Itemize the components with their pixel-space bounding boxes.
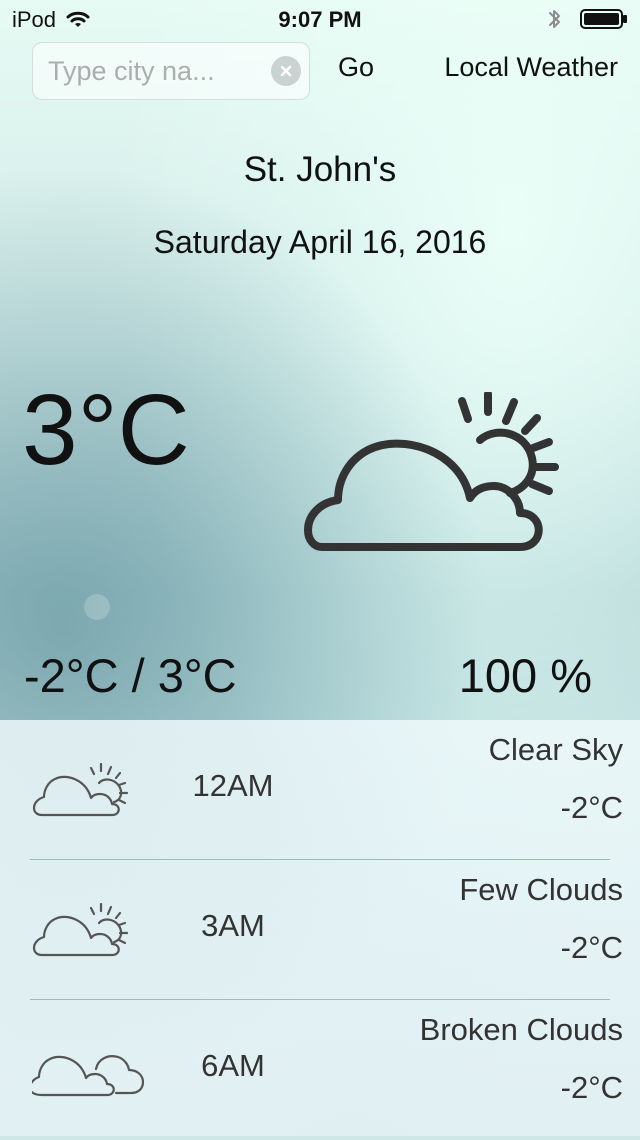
battery-icon — [580, 9, 627, 29]
status-bar: iPod 9:07 PM — [0, 0, 640, 40]
go-button[interactable]: Go — [338, 52, 374, 83]
forecast-date: Saturday April 16, 2016 — [153, 224, 487, 260]
forecast-row: 12AM Clear Sky -2°C — [30, 720, 623, 860]
search-row: Go Local Weather — [0, 40, 640, 102]
forecast-row: 6AM Broken Clouds -2°C — [30, 1000, 623, 1140]
close-icon — [280, 65, 292, 77]
background-highlight — [84, 594, 110, 620]
partly-cloudy-icon — [32, 762, 129, 817]
forecast-temperature: -2°C — [560, 1070, 623, 1105]
status-right — [548, 7, 628, 31]
partly-cloudy-icon — [304, 392, 559, 551]
city-search-input[interactable] — [48, 55, 258, 87]
forecast-time: 12AM — [192, 768, 274, 803]
forecast-description: Few Clouds — [459, 872, 623, 907]
partly-cloudy-icon — [32, 902, 129, 957]
forecast-time: 3AM — [201, 908, 265, 943]
forecast-time: 6AM — [201, 1048, 265, 1083]
forecast-description: Broken Clouds — [419, 1012, 623, 1047]
clear-search-button[interactable] — [271, 56, 301, 86]
temperature-range: -2°C / 3°C — [24, 649, 237, 702]
status-time: 9:07 PM — [278, 7, 362, 32]
humidity-value: 100 % — [458, 649, 592, 702]
forecast-row: 3AM Few Clouds -2°C — [30, 860, 623, 1000]
current-temperature: 3°C — [22, 374, 190, 486]
broken-clouds-icon — [32, 1055, 144, 1097]
forecast-description: Clear Sky — [488, 732, 623, 767]
forecast-temperature: -2°C — [560, 930, 623, 965]
forecast-temperature: -2°C — [560, 790, 623, 825]
hourly-forecast-list: 12AM Clear Sky -2°C 3AM Few Clouds -2°C — [0, 720, 640, 1136]
city-search-field[interactable] — [32, 42, 310, 100]
local-weather-button[interactable]: Local Weather — [444, 52, 618, 83]
city-name: St. John's — [243, 150, 397, 189]
bluetooth-icon — [549, 10, 560, 28]
